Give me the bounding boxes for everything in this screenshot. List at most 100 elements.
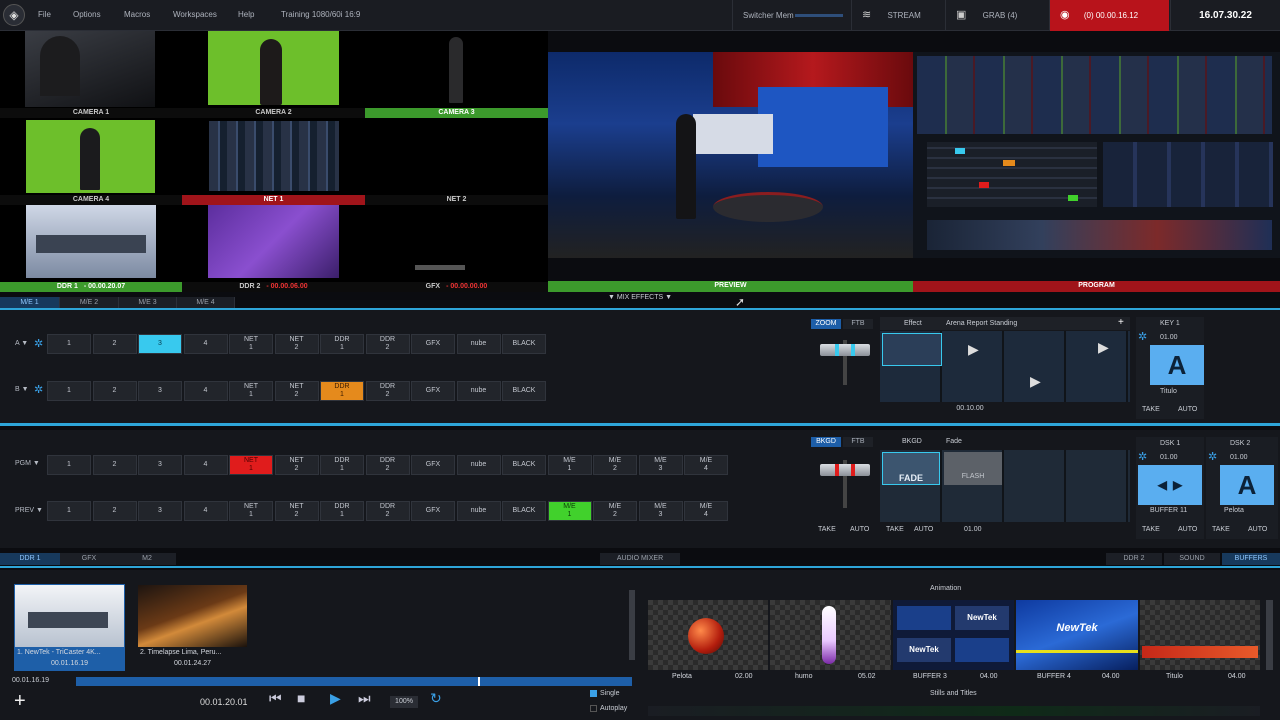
menu-help[interactable]: Help (238, 10, 254, 19)
record-button[interactable]: ◉ (0) 00.00.16.12 (1049, 0, 1169, 31)
prev-source-button-11[interactable]: M/E 1 (547, 501, 592, 521)
tbar-handle[interactable] (820, 464, 870, 476)
ddr-scrollbar[interactable] (629, 590, 635, 660)
stills-row[interactable] (648, 706, 1260, 716)
me-b-source-button-1[interactable]: 2 (92, 381, 137, 401)
transition-flash[interactable]: FLASH (944, 452, 1002, 485)
program-monitor[interactable] (913, 52, 1280, 258)
prev-source-button-13[interactable]: M/E 3 (638, 501, 683, 521)
monitor-camera-4[interactable]: CAMERA 4 (0, 118, 182, 205)
grab-button[interactable]: ▣ GRAB (4) (945, 0, 1049, 31)
buffer-pelota[interactable] (648, 600, 768, 670)
pgm-source-button-9[interactable]: nube (456, 455, 501, 475)
pgm-source-button-3[interactable]: 4 (183, 455, 228, 475)
monitor-net-2[interactable]: NET 2 (365, 118, 548, 205)
bkgd-button[interactable]: BKGD (811, 437, 841, 447)
gear-icon[interactable]: ✲ (1138, 330, 1147, 343)
prev-source-button-7[interactable]: DDR 2 (365, 501, 410, 521)
ddr-clip-1[interactable]: 1. NewTek - TriCaster 4K... 00.01.16.19 (14, 584, 125, 671)
auto-button[interactable]: AUTO (914, 526, 933, 533)
prev-source-button-1[interactable]: 2 (92, 501, 137, 521)
tab-me-1[interactable]: M/E 1 (0, 297, 60, 308)
stop-icon[interactable]: ■ (297, 690, 305, 706)
tab-ddr-2[interactable]: DDR 2 (1106, 553, 1162, 565)
buffer-4[interactable]: NewTek (1016, 600, 1138, 670)
add-clip-button[interactable]: + (14, 690, 26, 712)
pgm-source-button-1[interactable]: 2 (92, 455, 137, 475)
me-a-source-button-1[interactable]: 2 (92, 334, 137, 354)
prev-source-button-3[interactable]: 4 (183, 501, 228, 521)
pgm-source-button-11[interactable]: M/E 1 (547, 455, 592, 475)
dsk-thumbnail[interactable]: A (1220, 465, 1274, 505)
monitor-camera-2[interactable]: CAMERA 2 (182, 31, 365, 118)
menu-macros[interactable]: Macros (124, 10, 150, 19)
tab-sound[interactable]: SOUND (1164, 553, 1220, 565)
menu-options[interactable]: Options (73, 10, 101, 19)
prev-row-label[interactable]: PREV ▼ (15, 507, 43, 514)
take-button[interactable]: TAKE (1142, 526, 1160, 533)
add-icon[interactable]: + (1118, 317, 1124, 328)
me-1-tbar[interactable] (820, 340, 870, 385)
row-a-label[interactable]: A ▼ (15, 340, 28, 347)
pgm-source-button-12[interactable]: M/E 2 (593, 455, 637, 475)
zoom-button[interactable]: ZOOM (811, 319, 841, 329)
gear-icon[interactable]: ✲ (34, 337, 43, 350)
pgm-row-label[interactable]: PGM ▼ (15, 460, 40, 467)
pgm-source-button-4[interactable]: NET 1 (229, 455, 273, 475)
tab-me-4[interactable]: M/E 4 (177, 297, 235, 308)
me-b-source-button-9[interactable]: nube (456, 381, 501, 401)
ddr-clip-2[interactable]: 2. Timelapse Lima, Peru... 00.01.24.27 (137, 584, 248, 671)
prev-source-button-14[interactable]: M/E 4 (684, 501, 728, 521)
tricaster-logo-icon[interactable]: ◈ (3, 4, 25, 26)
buffer-humo[interactable] (770, 600, 891, 670)
me-a-source-button-7[interactable]: DDR 2 (365, 334, 410, 354)
me-b-source-button-3[interactable]: 4 (183, 381, 228, 401)
me-b-source-button-2[interactable]: 3 (138, 381, 182, 401)
monitor-camera-3[interactable]: CAMERA 3 (365, 31, 548, 118)
key-thumbnail[interactable]: A (1150, 345, 1204, 385)
audio-mixer-toggle[interactable]: AUDIO MIXER (600, 553, 680, 565)
take-button[interactable]: TAKE (1142, 406, 1160, 413)
skip-forward-icon[interactable]: ⏭ (358, 690, 371, 707)
buffers-scrollbar[interactable] (1266, 600, 1273, 670)
effect-thumb-selected[interactable] (882, 333, 942, 366)
monitor-camera-1[interactable]: CAMERA 1 (0, 31, 182, 118)
tbar-handle[interactable] (820, 344, 870, 356)
tab-ddr-1[interactable]: DDR 1 (0, 553, 60, 565)
pgm-source-button-14[interactable]: M/E 4 (684, 455, 728, 475)
me-a-source-button-10[interactable]: BLACK (502, 334, 546, 354)
me-b-source-button-7[interactable]: DDR 2 (365, 381, 410, 401)
prev-source-button-5[interactable]: NET 2 (274, 501, 319, 521)
skip-back-icon[interactable]: ⏮ (269, 690, 282, 707)
prev-source-button-6[interactable]: DDR 1 (320, 501, 364, 521)
switcher-mem[interactable]: Switcher Mem (732, 0, 850, 31)
pgm-source-button-8[interactable]: GFX (411, 455, 455, 475)
effect-bar[interactable]: Effect Arena Report Standing + (880, 317, 1130, 330)
me-a-source-button-6[interactable]: DDR 1 (320, 334, 364, 354)
ddr-speed[interactable]: 100% (390, 696, 418, 708)
auto-button[interactable]: AUTO (1178, 526, 1197, 533)
me-a-source-button-4[interactable]: NET 1 (229, 334, 273, 354)
scrub-playhead[interactable] (478, 677, 480, 686)
monitor-ddr-1[interactable]: DDR 1- 00.00.20.07 (0, 205, 182, 292)
take-button[interactable]: TAKE (1212, 526, 1230, 533)
me-a-source-button-2[interactable]: 3 (138, 334, 182, 354)
menu-workspaces[interactable]: Workspaces (173, 10, 217, 19)
monitor-gfx[interactable]: GFX - 00.00.00.00 (365, 205, 548, 292)
me-a-source-button-3[interactable]: 4 (183, 334, 228, 354)
prev-source-button-2[interactable]: 3 (138, 501, 182, 521)
gear-icon[interactable]: ✲ (1208, 450, 1217, 463)
me-a-source-button-8[interactable]: GFX (411, 334, 455, 354)
ddr-scrub-bar[interactable] (76, 677, 632, 686)
autoplay-checkbox[interactable] (590, 705, 597, 712)
ftb-button[interactable]: FTB (843, 319, 873, 329)
pgm-source-button-10[interactable]: BLACK (502, 455, 546, 475)
me-b-source-button-8[interactable]: GFX (411, 381, 455, 401)
pgm-source-button-6[interactable]: DDR 1 (320, 455, 364, 475)
preview-monitor[interactable] (548, 52, 913, 258)
prev-source-button-8[interactable]: GFX (411, 501, 455, 521)
loop-icon[interactable]: ↻ (430, 690, 442, 707)
me-b-source-button-4[interactable]: NET 1 (229, 381, 273, 401)
single-checkbox[interactable] (590, 690, 597, 697)
ftb-button[interactable]: FTB (843, 437, 873, 447)
